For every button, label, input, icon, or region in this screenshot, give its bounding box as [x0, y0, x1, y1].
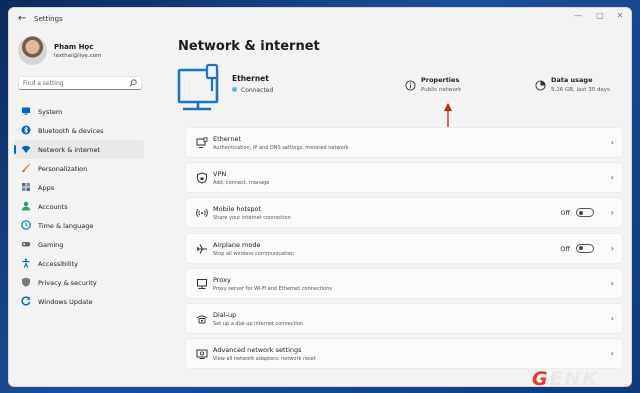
card-title: VPN [213, 170, 227, 179]
card-title: Mobile hotspot [213, 205, 262, 214]
profile-name: Pham Học [54, 43, 94, 51]
ethernet-status: Connected [232, 87, 273, 94]
card-title: Ethernet [213, 135, 241, 143]
vpn-shield-icon [197, 172, 207, 184]
search-input[interactable] [23, 78, 123, 88]
card-ethernet[interactable]: Ethernet Authentication, IP and DNS sett… [185, 127, 623, 158]
toggle-state-label: Off [560, 244, 570, 253]
data-usage-subtitle: 5.26 GB, last 30 days [551, 87, 610, 93]
chevron-right-icon: › [610, 313, 614, 323]
card-proxy[interactable]: Proxy Proxy server for Wi-Fi and Etherne… [185, 267, 623, 299]
sidebar-item-system[interactable]: System [14, 102, 144, 121]
card-airplane-mode[interactable]: Airplane mode Stop all wireless communic… [185, 232, 623, 264]
chevron-right-icon: › [610, 278, 614, 288]
toggle-state-label: Off [560, 209, 570, 218]
apps-icon [22, 183, 30, 191]
ethernet-title: Ethernet [232, 74, 269, 83]
sidebar-item-label: Gaming [38, 241, 64, 249]
monitor-icon [22, 107, 30, 115]
window-title: Settings [34, 15, 63, 23]
ethernet-icon [196, 137, 208, 148]
chevron-right-icon: › [610, 138, 614, 147]
card-title: Advanced network settings [213, 346, 302, 355]
shield-icon [22, 277, 30, 287]
card-subtitle: Share your internet connection [213, 215, 291, 222]
search-box[interactable] [18, 76, 142, 90]
data-usage-title: Data usage [551, 76, 593, 84]
ethernet-device-icon [177, 63, 219, 111]
card-title: Proxy [213, 275, 231, 284]
data-usage-icon [535, 80, 546, 91]
chevron-right-icon: › [610, 173, 614, 183]
settings-cards: Ethernet Authentication, IP and DNS sett… [185, 127, 623, 373]
properties-subtitle: Public network [421, 87, 462, 93]
advanced-network-icon [196, 349, 208, 360]
sidebar-item-network[interactable]: Network & internet [14, 140, 144, 159]
sidebar-item-label: Accounts [38, 203, 68, 211]
card-mobile-hotspot[interactable]: Mobile hotspot Share your internet conne… [185, 197, 623, 229]
card-dial-up[interactable]: Dial-up Set up a dial-up internet connec… [185, 302, 623, 334]
bluetooth-icon [21, 125, 31, 135]
avatar[interactable] [18, 36, 47, 65]
sidebar-item-label: Apps [38, 184, 55, 192]
sidebar-item-personalization[interactable]: Personalization [14, 159, 144, 178]
card-subtitle: Set up a dial-up internet connection [213, 320, 304, 327]
sidebar-item-accessibility[interactable]: Accessibility [14, 254, 144, 273]
card-title: Airplane mode [213, 240, 261, 249]
chevron-right-icon: › [610, 349, 614, 359]
sidebar-item-gaming[interactable]: Gaming [14, 235, 144, 254]
sidebar-item-apps[interactable]: Apps [14, 178, 144, 197]
clock-globe-icon [21, 220, 31, 230]
wifi-icon [21, 145, 31, 153]
chevron-right-icon: › [610, 208, 614, 218]
sidebar-item-label: Accessibility [38, 260, 78, 268]
brush-icon [21, 163, 31, 173]
sidebar-item-privacy[interactable]: Privacy & security [14, 273, 144, 292]
sidebar-item-label: Network & internet [38, 146, 101, 154]
sidebar-item-bluetooth[interactable]: Bluetooth & devices [14, 121, 144, 140]
back-arrow-icon[interactable]: ← [18, 13, 26, 24]
accessibility-icon [22, 258, 30, 268]
card-vpn[interactable]: VPN Add, connect, manage › [185, 162, 623, 194]
page-title: Network & internet [178, 39, 320, 54]
proxy-icon [197, 278, 207, 289]
card-title: Dial-up [213, 310, 237, 319]
sidebar-item-windows-update[interactable]: Windows Update [14, 292, 144, 311]
ethernet-status-text: Connected [241, 87, 274, 94]
mobile-hotspot-toggle[interactable] [576, 208, 594, 218]
card-subtitle: Authentication, IP and DNS settings, met… [213, 145, 349, 151]
sidebar-nav: System Bluetooth & devices Network & int… [14, 102, 144, 311]
genk-watermark-logo: GENK [532, 368, 600, 390]
card-advanced-network[interactable]: Advanced network settings View all netwo… [185, 338, 623, 370]
properties-title: Properties [421, 76, 460, 84]
profile-email: lexthai@live.com [54, 53, 102, 59]
connected-dot-icon [232, 87, 237, 92]
sidebar-item-label: Personalization [38, 165, 88, 173]
main-content: Network & internet Ethernet Connected Pr… [177, 8, 625, 386]
card-subtitle: View all network adapters, network reset [213, 356, 316, 363]
sidebar-item-time-language[interactable]: Time & language [14, 216, 144, 235]
sidebar-item-label: Windows Update [38, 298, 93, 306]
sidebar-item-accounts[interactable]: Accounts [14, 197, 144, 216]
gamepad-icon [21, 242, 31, 247]
sidebar-item-label: System [38, 108, 63, 116]
sidebar-item-label: Privacy & security [38, 279, 97, 287]
update-icon [21, 296, 31, 306]
airplane-mode-toggle[interactable] [576, 243, 594, 253]
chevron-right-icon: › [610, 243, 614, 253]
hotspot-icon [196, 209, 208, 218]
info-icon [405, 80, 416, 91]
card-subtitle: Add, connect, manage [213, 180, 270, 187]
airplane-icon [197, 243, 207, 254]
card-subtitle: Proxy server for Wi-Fi and Ethernet conn… [213, 285, 332, 292]
sidebar-item-label: Time & language [38, 222, 94, 230]
person-icon [22, 201, 30, 211]
dialup-icon [196, 315, 208, 324]
settings-window: ← Settings — □ ✕ Pham Học lexthai@live.c… [8, 7, 632, 387]
card-subtitle: Stop all wireless communication [213, 250, 294, 257]
sidebar-item-label: Bluetooth & devices [38, 127, 104, 135]
search-icon[interactable] [129, 79, 137, 87]
